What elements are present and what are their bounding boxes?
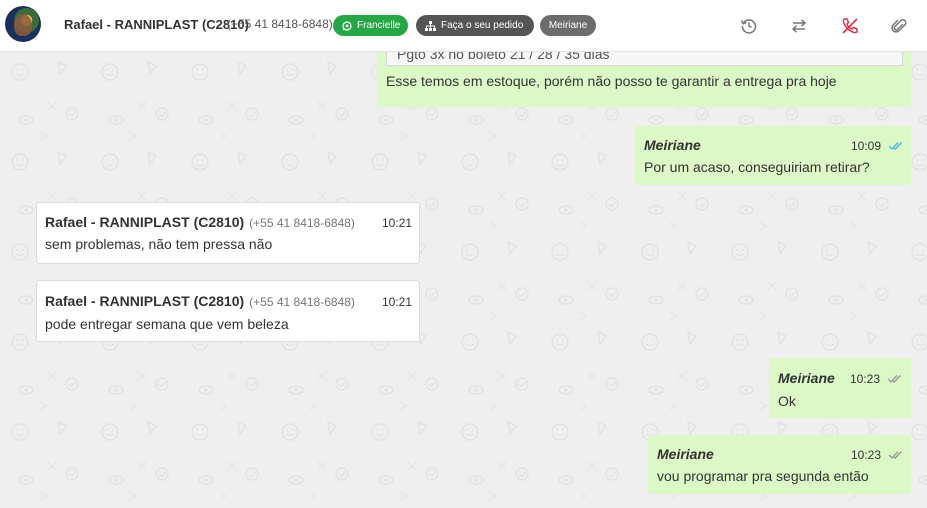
sender-phone: (+55 41 8418-6848) xyxy=(249,216,355,230)
tag-faca-pedido[interactable]: Faça o seu pedido xyxy=(416,15,534,36)
message-time: 10:23 xyxy=(850,372,881,386)
transfer-icon[interactable] xyxy=(787,14,811,38)
message-bubble-outgoing[interactable]: Meiriane 10:23 Ok xyxy=(769,358,911,418)
chat-header: Rafael - RANNIPLAST (C2810) (+55 41 8418… xyxy=(0,0,927,52)
sender-phone: (+55 41 8418-6848) xyxy=(249,295,355,309)
sender-name-text: Rafael - RANNIPLAST (C2810) xyxy=(45,293,245,309)
delivered-ticks-icon xyxy=(888,451,903,460)
hangup-icon[interactable] xyxy=(838,14,862,38)
message-bubble-outgoing[interactable]: Pgto 3x no boleto 21 / 28 / 35 dias Esse… xyxy=(377,52,911,107)
whatsapp-icon xyxy=(342,20,352,31)
message-time: 10:21 xyxy=(382,216,413,230)
tag-meiriane[interactable]: Meiriane xyxy=(540,15,596,36)
quoted-text: Pgto 3x no boleto 21 / 28 / 35 dias xyxy=(397,52,610,62)
message-time: 10:21 xyxy=(382,295,413,309)
message-text: Ok xyxy=(778,393,796,409)
contact-name[interactable]: Rafael - RANNIPLAST (C2810) xyxy=(64,17,249,32)
message-time: 10:23 xyxy=(851,448,882,462)
chat-area[interactable]: Pgto 3x no boleto 21 / 28 / 35 dias Esse… xyxy=(0,52,927,508)
message-text: sem problemas, não tem pressa não xyxy=(45,236,273,252)
tag-label: Francielle xyxy=(357,20,401,31)
attach-icon[interactable] xyxy=(887,14,911,38)
message-bubble-outgoing[interactable]: Meiriane 10:09 Por um acaso, conseguiria… xyxy=(635,126,911,185)
message-bubble-incoming[interactable]: Rafael - RANNIPLAST (C2810) (+55 41 8418-… xyxy=(36,280,420,342)
sender-name: Rafael - RANNIPLAST (C2810) (+55 41 8418-… xyxy=(45,214,355,230)
sender-name: Meiriane xyxy=(778,370,835,386)
sender-name: Meiriane xyxy=(644,137,701,153)
sitemap-icon xyxy=(425,20,436,31)
history-icon[interactable] xyxy=(737,14,761,38)
message-text: Esse temos em estoque, porém não posso t… xyxy=(386,73,837,89)
message-text: Por um acaso, conseguiriam retirar? xyxy=(644,159,870,175)
delivered-ticks-icon xyxy=(887,375,902,384)
sender-name: Rafael - RANNIPLAST (C2810) (+55 41 8418-… xyxy=(45,293,355,309)
message-time: 10:09 xyxy=(851,139,882,153)
message-text: vou programar pra segunda então xyxy=(657,468,869,484)
contact-avatar[interactable] xyxy=(5,6,41,42)
sender-name: Meiriane xyxy=(657,446,714,462)
tag-label: Meiriane xyxy=(548,20,588,31)
contact-phone: (+55 41 8418-6848) xyxy=(227,17,333,31)
message-bubble-incoming[interactable]: Rafael - RANNIPLAST (C2810) (+55 41 8418-… xyxy=(36,202,420,264)
message-bubble-outgoing[interactable]: Meiriane 10:23 vou programar pra segunda… xyxy=(648,435,911,494)
quoted-message[interactable]: Pgto 3x no boleto 21 / 28 / 35 dias xyxy=(386,52,903,66)
message-text: pode entregar semana que vem beleza xyxy=(45,316,289,332)
read-ticks-icon xyxy=(888,142,903,151)
tag-francielle[interactable]: Francielle xyxy=(333,15,408,36)
tag-label: Faça o seu pedido xyxy=(441,20,524,31)
sender-name-text: Rafael - RANNIPLAST (C2810) xyxy=(45,214,245,230)
